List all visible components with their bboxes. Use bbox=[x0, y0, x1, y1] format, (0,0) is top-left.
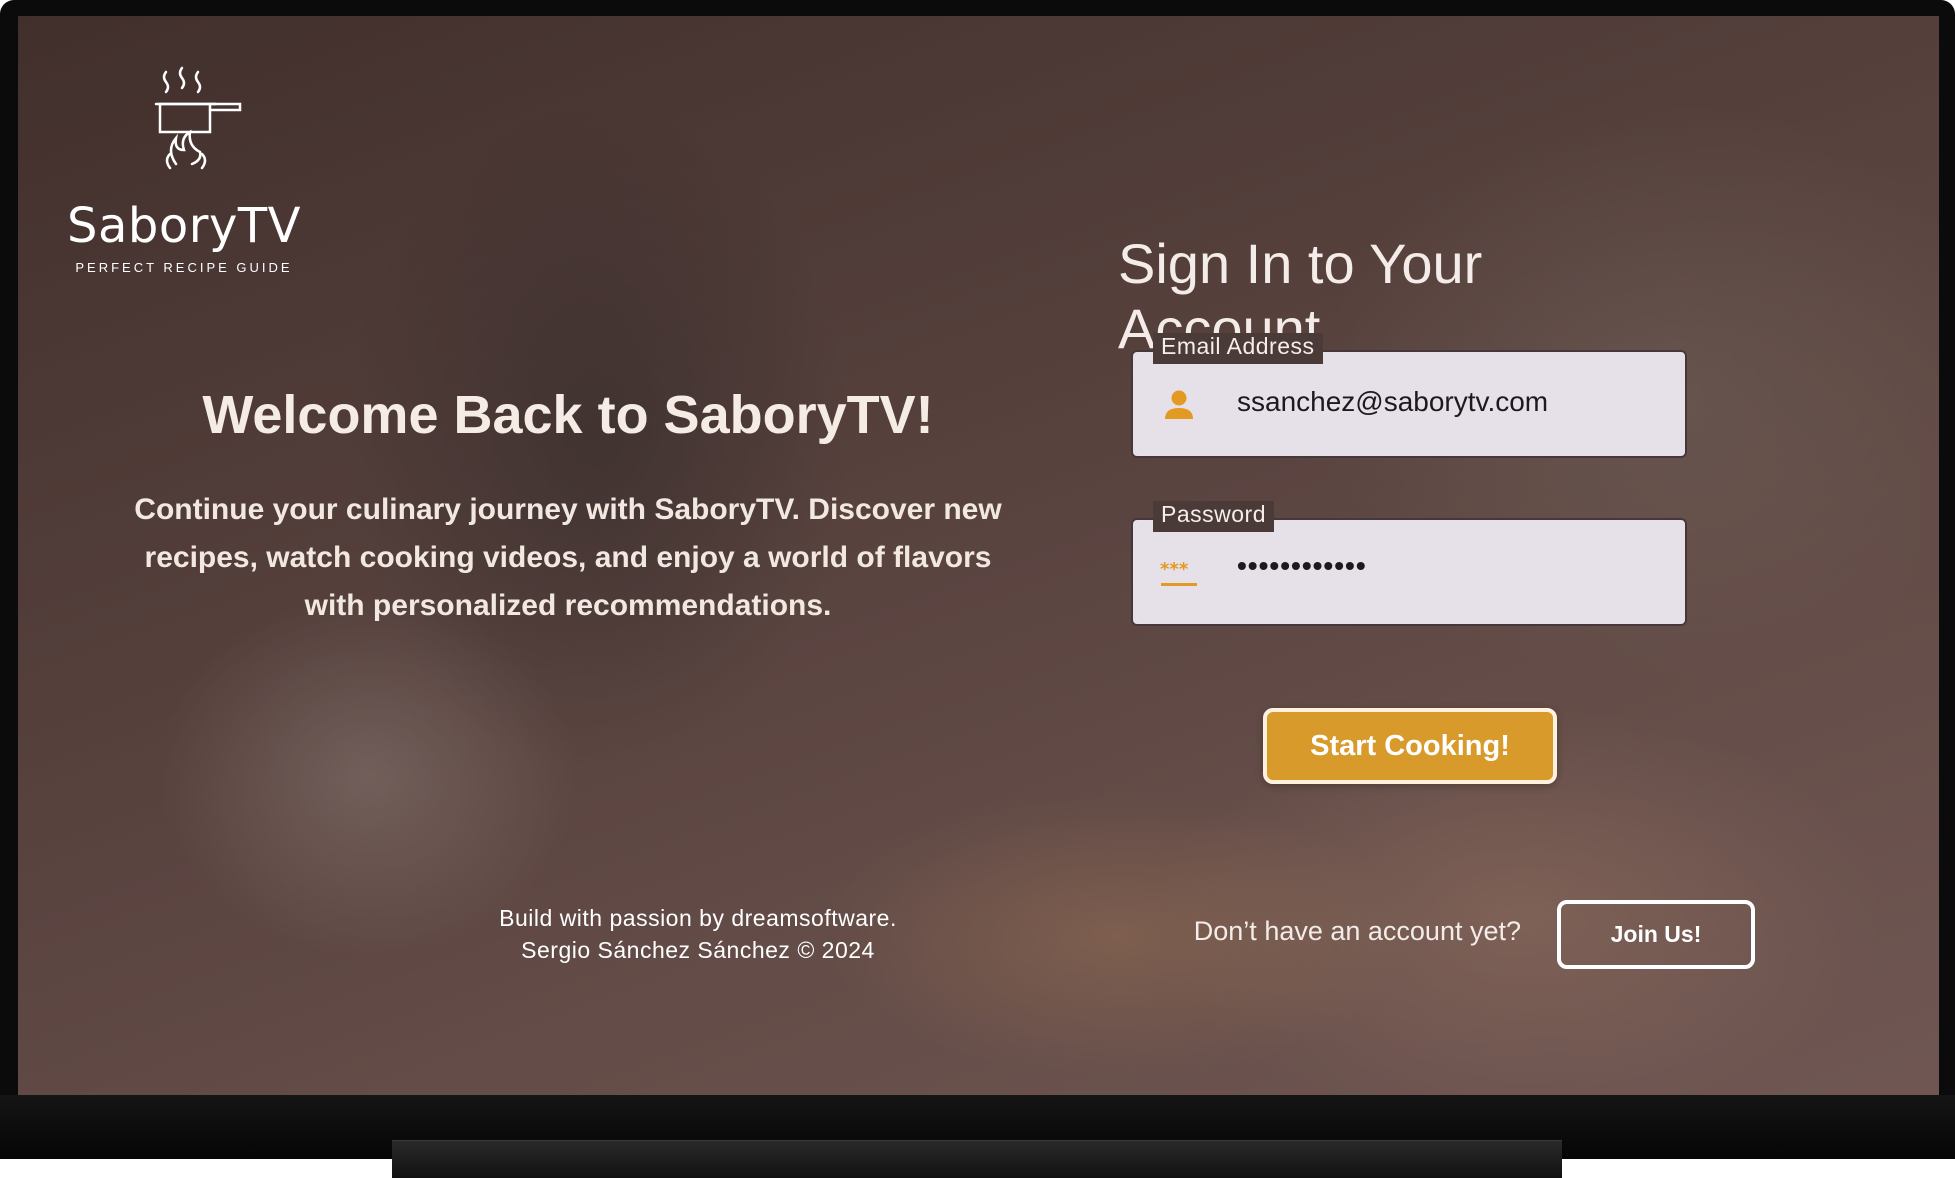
brand-logo: SaboryTV PERFECT RECIPE GUIDE bbox=[64, 64, 304, 275]
cooking-pot-flame-icon bbox=[154, 66, 242, 170]
person-icon bbox=[1165, 390, 1193, 419]
email-field[interactable]: Email Address ssanchez@saborytv.com bbox=[1131, 333, 1687, 458]
welcome-description: Continue your culinary journey with Sabo… bbox=[134, 493, 1002, 622]
start-cooking-button[interactable]: Start Cooking! bbox=[1263, 708, 1557, 784]
credits-line-2: Sergio Sánchez Sánchez © 2024 bbox=[521, 937, 875, 963]
signup-prompt: Don’t have an account yet? bbox=[1193, 916, 1521, 946]
brand-name: SaboryTV bbox=[66, 198, 301, 254]
tv-stand bbox=[392, 1140, 1562, 1178]
credits: Build with passion by dreamsoftware. Ser… bbox=[448, 902, 948, 966]
brand-tagline: PERFECT RECIPE GUIDE bbox=[75, 260, 293, 275]
svg-text:***: *** bbox=[1160, 559, 1189, 580]
tv-screen: SaboryTV PERFECT RECIPE GUIDE Welcome Ba… bbox=[18, 16, 1939, 1095]
password-field[interactable]: Password *** •••••••••••• bbox=[1131, 501, 1687, 626]
join-us-button[interactable]: Join Us! bbox=[1557, 900, 1755, 969]
password-input-value[interactable]: •••••••••••• bbox=[1237, 550, 1367, 582]
credits-line-1: Build with passion by dreamsoftware. bbox=[499, 905, 897, 931]
email-field-label: Email Address bbox=[1153, 333, 1323, 364]
password-dots-icon: *** bbox=[1160, 559, 1197, 586]
password-field-label: Password bbox=[1153, 501, 1274, 532]
welcome-title: Welcome Back to SaboryTV! bbox=[202, 385, 934, 445]
email-input-value[interactable]: ssanchez@saborytv.com bbox=[1237, 386, 1548, 418]
